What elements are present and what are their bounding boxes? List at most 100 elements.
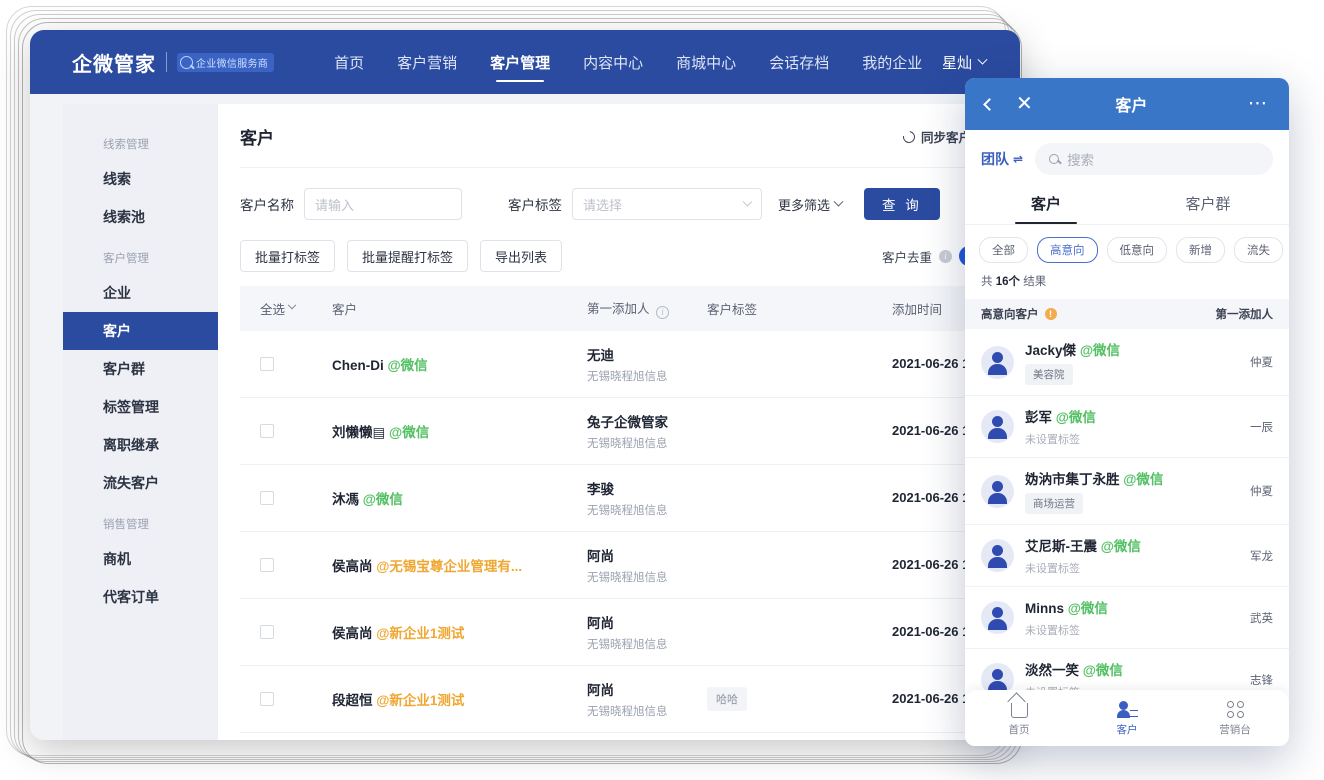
tab-customer-group[interactable]: 客户群 (1127, 185, 1289, 224)
customer-tag-select[interactable]: 请选择 (572, 188, 762, 220)
sidebar-item-opportunity[interactable]: 商机 (63, 540, 218, 578)
nav-item-home[interactable]: 首页 (334, 30, 364, 94)
table-row[interactable]: 李灿 @无锡天普网络技术服务... 大众1 无锡晓程旭信息 w+22 2021-… (240, 732, 996, 740)
sidebar-item-customer[interactable]: 客户 (63, 312, 218, 350)
row-adder-cell: 无迪 无锡晓程旭信息 (587, 331, 707, 398)
bottom-nav-marketing[interactable]: 营销台 (1181, 690, 1289, 746)
row-checkbox-cell[interactable] (240, 464, 332, 531)
table-row[interactable]: 沐馮 @微信 李骏 无锡晓程旭信息 2021-06-26 16:08 (240, 464, 996, 531)
chip-all[interactable]: 全部 (979, 237, 1028, 263)
chevron-down-icon (743, 196, 753, 206)
column-select-all[interactable]: 全选 (240, 286, 332, 331)
export-list-button[interactable]: 导出列表 (480, 240, 562, 272)
customer-dedupe-label: 客户去重 (882, 247, 932, 266)
nav-item-session-archive[interactable]: 会话存档 (769, 30, 829, 94)
batch-tag-button[interactable]: 批量打标签 (240, 240, 335, 272)
action-bar: 批量打标签 批量提醒打标签 导出列表 客户去重 i (240, 232, 996, 286)
nav-item-my-enterprise[interactable]: 我的企业 (862, 30, 922, 94)
sidebar-item-leads[interactable]: 线索 (63, 160, 218, 198)
info-icon[interactable]: i (939, 250, 952, 263)
customer-tag-label: 客户标签 (508, 194, 562, 214)
sidebar-item-customer-group[interactable]: 客户群 (63, 350, 218, 388)
customer-name: Chen-Di (332, 358, 384, 373)
row-customer-cell: 沐馮 @微信 (332, 464, 587, 531)
row-adder-cell: 阿尚 无锡晓程旭信息 (587, 598, 707, 665)
row-checkbox[interactable] (260, 491, 274, 505)
avatar (981, 410, 1014, 443)
list-item[interactable]: Jacky傑 @微信 美容院 仲夏 (965, 329, 1289, 396)
bottom-nav-customer[interactable]: 客户 (1073, 690, 1181, 746)
list-item[interactable]: 妫汭市集丁永胜 @微信 商场运营 仲夏 (965, 458, 1289, 525)
more-filters-button[interactable]: 更多筛选 (778, 195, 842, 214)
row-checkbox-cell[interactable] (240, 665, 332, 732)
list-item[interactable]: 艾尼斯-王震 @微信 未设置标签 军龙 (965, 525, 1289, 587)
avatar (981, 601, 1014, 634)
mobile-adder: 军龙 (1250, 548, 1273, 564)
mobile-customer-name: 淡然一笑 (1025, 663, 1079, 678)
mobile-customer-list[interactable]: Jacky傑 @微信 美容院 仲夏 彭军 @微信 未设置标签 一辰 妫汭 (965, 329, 1289, 746)
adder-name: 兔子企微管家 (587, 411, 707, 431)
sidebar-item-proxy-order[interactable]: 代客订单 (63, 578, 218, 616)
sidebar-item-enterprise[interactable]: 企业 (63, 274, 218, 312)
table-row[interactable]: 刘懒懒▤ @微信 兔子企微管家 无锡晓程旭信息 2021-06-26 16:54 (240, 397, 996, 464)
list-item[interactable]: Minns @微信 未设置标签 武英 (965, 587, 1289, 649)
customer-name-input[interactable]: 请输入 (304, 188, 462, 220)
mobile-adder: 武英 (1250, 610, 1273, 626)
table-row[interactable]: 侯高尚 @无锡宝尊企业管理有... 阿尚 无锡晓程旭信息 2021-06-26 … (240, 531, 996, 598)
more-dots-icon[interactable]: ⋯ (1248, 98, 1269, 109)
adder-org: 无锡晓程旭信息 (587, 368, 707, 384)
table-header-row: 全选 客户 第一添加人 i 客户标签 添加时间 (240, 286, 996, 331)
chip-high-intent[interactable]: 高意向 (1037, 237, 1098, 263)
row-checkbox-cell[interactable] (240, 331, 332, 398)
sidebar: 线索管理 线索 线索池 客户管理 企业 客户 客户群 标签管理 离职继承 流失客… (63, 104, 218, 740)
adder-org: 无锡晓程旭信息 (587, 703, 707, 719)
mobile-adder: 仲夏 (1250, 483, 1273, 499)
tab-customer[interactable]: 客户 (965, 185, 1127, 224)
nav-item-mall-center[interactable]: 商城中心 (676, 30, 736, 94)
user-menu[interactable]: 星灿 (942, 52, 986, 73)
mobile-tabs: 客户 客户群 (965, 185, 1289, 225)
adder-name: 李骏 (587, 478, 707, 498)
row-tag-cell (707, 531, 892, 598)
list-item[interactable]: 彭军 @微信 未设置标签 一辰 (965, 396, 1289, 458)
row-checkbox[interactable] (260, 357, 274, 371)
mobile-customer-no-tag: 未设置标签 (1025, 560, 1239, 576)
team-switch-button[interactable]: 团队 ⇌ (981, 149, 1023, 169)
row-checkbox[interactable] (260, 558, 274, 572)
home-icon (1011, 699, 1028, 718)
row-checkbox-cell[interactable] (240, 397, 332, 464)
row-checkbox[interactable] (260, 625, 274, 639)
batch-remind-tag-button[interactable]: 批量提醒打标签 (347, 240, 468, 272)
nav-item-customer-management[interactable]: 客户管理 (490, 30, 550, 94)
mobile-header: ✕ 客户 ⋯ (965, 78, 1289, 130)
customer-source: @微信 (363, 492, 403, 507)
warning-icon[interactable]: ! (1045, 308, 1057, 320)
result-count-suffix: 结果 (1023, 276, 1046, 288)
table-row[interactable]: 侯高尚 @新企业1测试 阿尚 无锡晓程旭信息 2021-06-26 14:59 (240, 598, 996, 665)
query-button[interactable]: 查 询 (864, 188, 940, 220)
row-checkbox[interactable] (260, 424, 274, 438)
nav-item-customer-marketing[interactable]: 客户营销 (397, 30, 457, 94)
back-chevron-icon[interactable] (983, 98, 996, 111)
row-checkbox[interactable] (260, 692, 274, 706)
list-item-main: 艾尼斯-王震 @微信 未设置标签 (1025, 535, 1239, 576)
table-row[interactable]: 段超恒 @新企业1测试 阿尚 无锡晓程旭信息 哈哈 2021-06-26 14:… (240, 665, 996, 732)
sidebar-item-lost-customer[interactable]: 流失客户 (63, 464, 218, 502)
info-icon[interactable]: i (656, 306, 669, 319)
chip-lost[interactable]: 流失 (1234, 237, 1283, 263)
mobile-search-input[interactable]: 搜索 (1035, 143, 1273, 175)
chip-low-intent[interactable]: 低意向 (1107, 237, 1168, 263)
row-checkbox-cell[interactable] (240, 732, 332, 740)
row-checkbox-cell[interactable] (240, 598, 332, 665)
bottom-nav-home[interactable]: 首页 (965, 690, 1073, 746)
table-row[interactable]: Chen-Di @微信 无迪 无锡晓程旭信息 2021-06-26 17:42 (240, 331, 996, 398)
sidebar-item-lead-pool[interactable]: 线索池 (63, 198, 218, 236)
sidebar-item-tag-management[interactable]: 标签管理 (63, 388, 218, 426)
mobile-preview-panel: ✕ 客户 ⋯ 团队 ⇌ 搜索 客户 客户群 全部 高意向 低意向 新增 流失 (965, 78, 1289, 746)
mobile-customer-name: 艾尼斯-王震 (1025, 539, 1097, 554)
bottom-nav-customer-label: 客户 (1117, 722, 1138, 737)
chip-new[interactable]: 新增 (1176, 237, 1225, 263)
nav-item-content-center[interactable]: 内容中心 (583, 30, 643, 94)
sidebar-item-resignation-inherit[interactable]: 离职继承 (63, 426, 218, 464)
row-checkbox-cell[interactable] (240, 531, 332, 598)
